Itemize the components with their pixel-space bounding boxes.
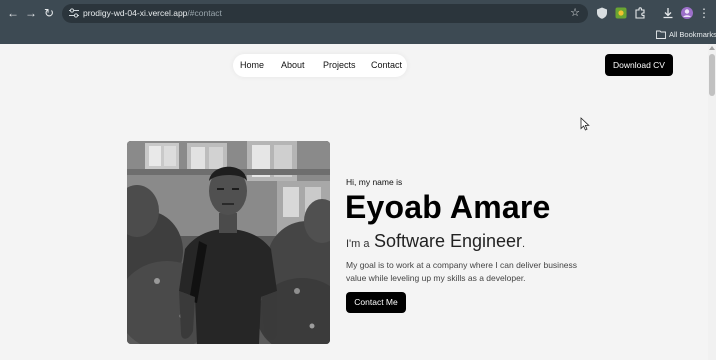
role-line: I'm a Software Engineer. (346, 229, 525, 256)
address-bar[interactable]: prodigy-wd-04-xi.vercel.app/#contact ☆ (62, 4, 588, 23)
url-host: prodigy-wd-04-xi.vercel.app (83, 8, 188, 18)
nav-projects-link[interactable]: Projects (323, 59, 356, 71)
url-path: /#contact (187, 8, 222, 18)
mouse-cursor-icon (580, 117, 590, 131)
bookmark-star-icon[interactable]: ☆ (570, 6, 580, 19)
nav-home-link[interactable]: Home (240, 59, 264, 71)
scrollbar-thumb[interactable] (709, 54, 715, 96)
reload-icon[interactable]: ↻ (42, 6, 56, 20)
main-nav: Home About Projects Contact (233, 54, 407, 77)
url-text[interactable]: prodigy-wd-04-xi.vercel.app/#contact (83, 7, 222, 20)
profile-photo (127, 141, 330, 344)
back-icon[interactable]: ← (6, 6, 20, 20)
role-title: Software Engineer (373, 231, 523, 251)
role-prefix: I'm a (346, 238, 370, 250)
green-extension-icon[interactable] (614, 6, 628, 20)
greeting-text: Hi, my name is (346, 177, 403, 187)
bookmarks-bar: All Bookmarks (0, 28, 716, 44)
page-scrollbar[interactable] (708, 44, 716, 360)
download-cv-button[interactable]: Download CV (605, 54, 673, 76)
browser-menu-icon[interactable]: ⋮ (697, 6, 711, 20)
all-bookmarks-link[interactable]: All Bookmarks (669, 29, 716, 41)
contact-me-button[interactable]: Contact Me (346, 292, 406, 313)
nav-contact-link[interactable]: Contact (371, 59, 402, 71)
browser-toolbar: ← → ↻ prodigy-wd-04-xi.vercel.app/#conta… (0, 0, 716, 28)
download-icon[interactable] (661, 6, 675, 20)
extensions-puzzle-icon[interactable] (633, 6, 647, 20)
forward-icon[interactable]: → (24, 6, 38, 20)
hero-description: My goal is to work at a company where I … (346, 260, 578, 283)
scroll-up-arrow-icon[interactable] (709, 46, 715, 50)
nav-about-link[interactable]: About (281, 59, 305, 71)
folder-icon (656, 30, 666, 39)
web-page: Home About Projects Contact Download CV (0, 44, 708, 360)
shield-extension-icon[interactable] (595, 6, 609, 20)
browser-chrome: ← → ↻ prodigy-wd-04-xi.vercel.app/#conta… (0, 0, 716, 44)
profile-avatar-icon[interactable] (680, 6, 694, 20)
role-suffix: . (522, 238, 526, 250)
site-settings-icon[interactable] (68, 7, 80, 19)
hero-name: Eyoab Amare (345, 189, 551, 225)
